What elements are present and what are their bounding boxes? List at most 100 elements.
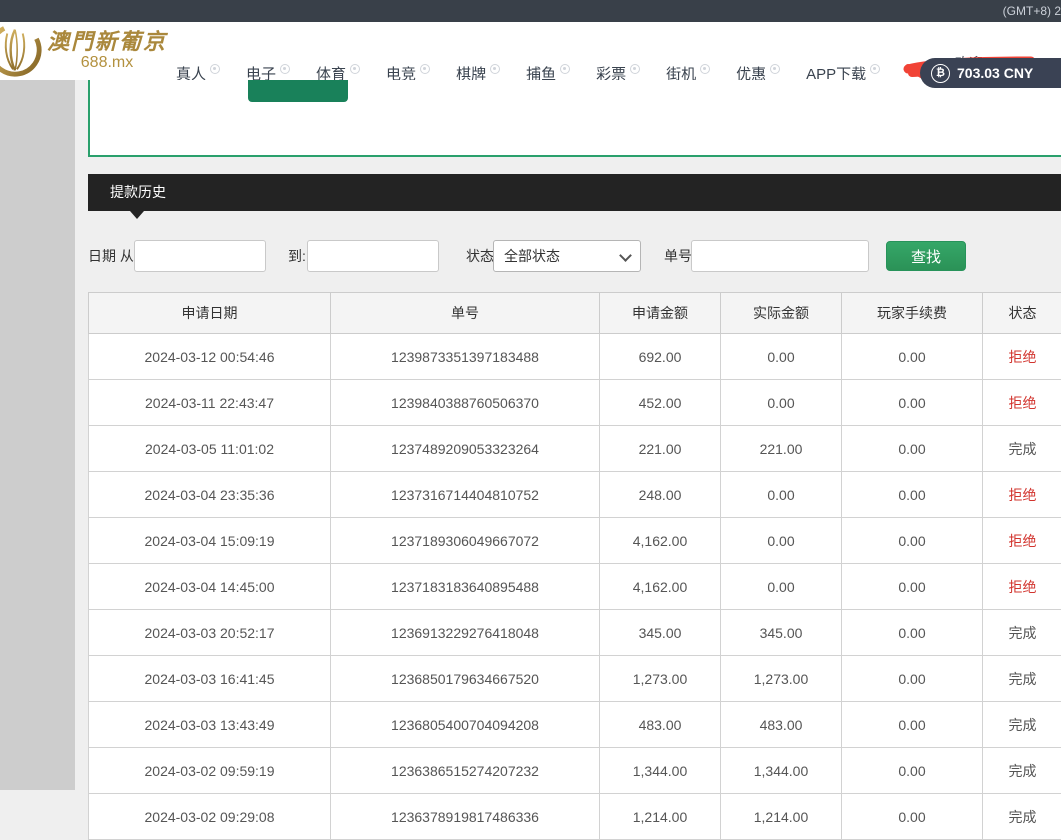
- table-cell-request_amount: 4,162.00: [600, 518, 721, 564]
- site-header: 澳門新葡京 688.mx 真人电子体育电竞棋牌捕鱼彩票街机优惠APP下载 欢迎: [0, 22, 1061, 80]
- table-row: 2024-03-03 13:43:49123680540070409420848…: [89, 702, 1061, 748]
- table-cell-request_amount: 452.00: [600, 380, 721, 426]
- panel-arrow-icon: [130, 211, 144, 219]
- left-gutter: [0, 80, 75, 790]
- table-header-row: 申请日期单号申请金额实际金额玩家手续费状态: [89, 293, 1061, 334]
- table-cell-player_fee: 0.00: [842, 380, 983, 426]
- filter-bar: 日期 从: 到: 状态: 全部状态 单号: 查找: [0, 240, 1061, 272]
- table-cell-request_amount: 1,344.00: [600, 748, 721, 794]
- table-cell-order_id: 1236386515274207232: [331, 748, 600, 794]
- table-cell-actual_amount: 0.00: [721, 518, 842, 564]
- nav-target-icon: [560, 64, 570, 74]
- table-header-cell: 单号: [331, 293, 600, 334]
- table-row: 2024-03-04 14:45:0012371831836408954884,…: [89, 564, 1061, 610]
- table-cell-actual_amount: 345.00: [721, 610, 842, 656]
- table-cell-actual_amount: 0.00: [721, 472, 842, 518]
- submit-button-partial[interactable]: [248, 80, 348, 102]
- table-header-cell: 玩家手续费: [842, 293, 983, 334]
- table-cell-player_fee: 0.00: [842, 518, 983, 564]
- table-cell-status: 拒绝: [983, 564, 1061, 610]
- table-cell-request_amount: 692.00: [600, 334, 721, 380]
- table-cell-status: 完成: [983, 702, 1061, 748]
- date-to-input[interactable]: [307, 240, 439, 272]
- table-cell-request_amount: 248.00: [600, 472, 721, 518]
- table-cell-date: 2024-03-04 14:45:00: [89, 564, 331, 610]
- order-number-input[interactable]: [691, 240, 869, 272]
- table-cell-order_id: 1239840388760506370: [331, 380, 600, 426]
- table-cell-order_id: 1236913229276418048: [331, 610, 600, 656]
- logo-title: 澳門新葡京: [47, 30, 167, 54]
- table-cell-date: 2024-03-04 15:09:19: [89, 518, 331, 564]
- table-cell-order_id: 1239873351397183488: [331, 334, 600, 380]
- nav-target-icon: [770, 64, 780, 74]
- table-cell-status: 拒绝: [983, 472, 1061, 518]
- date-to-label: 到:: [288, 240, 306, 272]
- table-cell-date: 2024-03-05 11:01:02: [89, 426, 331, 472]
- table-row: 2024-03-03 20:52:17123691322927641804834…: [89, 610, 1061, 656]
- balance-pill[interactable]: ₿ 703.03 CNY: [920, 58, 1061, 88]
- table-cell-status: 完成: [983, 794, 1061, 840]
- logo-domain: 688.mx: [47, 54, 167, 72]
- table-header-cell: 申请金额: [600, 293, 721, 334]
- table-row: 2024-03-11 22:43:47123984038876050637045…: [89, 380, 1061, 426]
- table-row: 2024-03-02 09:29:0812363789198174863361,…: [89, 794, 1061, 840]
- panel-title: 提款历史: [88, 174, 1061, 211]
- table-cell-player_fee: 0.00: [842, 656, 983, 702]
- table-cell-order_id: 1237189306049667072: [331, 518, 600, 564]
- nav-target-icon: [700, 64, 710, 74]
- table-cell-player_fee: 0.00: [842, 334, 983, 380]
- nav-target-icon: [280, 64, 290, 74]
- table-header-cell: 申请日期: [89, 293, 331, 334]
- balance-amount: 703.03 CNY: [957, 65, 1033, 81]
- table-cell-date: 2024-03-04 23:35:36: [89, 472, 331, 518]
- table-cell-status: 拒绝: [983, 518, 1061, 564]
- timezone-text: (GMT+8) 2: [1003, 0, 1061, 22]
- table-row: 2024-03-03 16:41:4512368501796346675201,…: [89, 656, 1061, 702]
- lotus-emblem-icon: [0, 20, 44, 83]
- table-cell-request_amount: 345.00: [600, 610, 721, 656]
- table-header-cell: 状态: [983, 293, 1061, 334]
- table-cell-actual_amount: 1,214.00: [721, 794, 842, 840]
- date-from-input[interactable]: [134, 240, 266, 272]
- table-cell-order_id: 1237316714404810752: [331, 472, 600, 518]
- status-select[interactable]: 全部状态: [493, 240, 641, 272]
- table-cell-order_id: 1237183183640895488: [331, 564, 600, 610]
- table-cell-order_id: 1236805400704094208: [331, 702, 600, 748]
- withdrawal-history-table: 申请日期单号申请金额实际金额玩家手续费状态 2024-03-12 00:54:4…: [88, 292, 1061, 840]
- table-cell-request_amount: 483.00: [600, 702, 721, 748]
- table-cell-actual_amount: 1,344.00: [721, 748, 842, 794]
- table-cell-actual_amount: 0.00: [721, 564, 842, 610]
- status-selected-value: 全部状态: [504, 248, 560, 264]
- table-cell-status: 完成: [983, 610, 1061, 656]
- table-cell-status: 完成: [983, 426, 1061, 472]
- table-cell-request_amount: 1,273.00: [600, 656, 721, 702]
- nav-target-icon: [870, 64, 880, 74]
- search-button[interactable]: 查找: [886, 241, 966, 271]
- withdraw-form-panel: [88, 80, 1061, 157]
- table-cell-player_fee: 0.00: [842, 472, 983, 518]
- site-logo[interactable]: 澳門新葡京 688.mx: [0, 22, 167, 80]
- table-cell-order_id: 1236850179634667520: [331, 656, 600, 702]
- nav-target-icon: [210, 64, 220, 74]
- nav-target-icon: [350, 64, 360, 74]
- table-row: 2024-03-04 15:09:1912371893060496670724,…: [89, 518, 1061, 564]
- table-cell-player_fee: 0.00: [842, 748, 983, 794]
- table-cell-actual_amount: 483.00: [721, 702, 842, 748]
- table-cell-player_fee: 0.00: [842, 426, 983, 472]
- table-cell-date: 2024-03-02 09:59:19: [89, 748, 331, 794]
- table-cell-status: 拒绝: [983, 334, 1061, 380]
- table-cell-request_amount: 221.00: [600, 426, 721, 472]
- table-row: 2024-03-04 23:35:36123731671440481075224…: [89, 472, 1061, 518]
- table-cell-date: 2024-03-03 13:43:49: [89, 702, 331, 748]
- table-cell-order_id: 1237489209053323264: [331, 426, 600, 472]
- table-cell-actual_amount: 221.00: [721, 426, 842, 472]
- table-row: 2024-03-12 00:54:46123987335139718348869…: [89, 334, 1061, 380]
- table-cell-player_fee: 0.00: [842, 564, 983, 610]
- logo-text: 澳門新葡京 688.mx: [47, 30, 167, 72]
- table-cell-date: 2024-03-11 22:43:47: [89, 380, 331, 426]
- table-cell-actual_amount: 0.00: [721, 380, 842, 426]
- table-cell-request_amount: 1,214.00: [600, 794, 721, 840]
- bitcoin-icon: ₿: [931, 64, 950, 83]
- table-cell-date: 2024-03-03 16:41:45: [89, 656, 331, 702]
- nav-target-icon: [630, 64, 640, 74]
